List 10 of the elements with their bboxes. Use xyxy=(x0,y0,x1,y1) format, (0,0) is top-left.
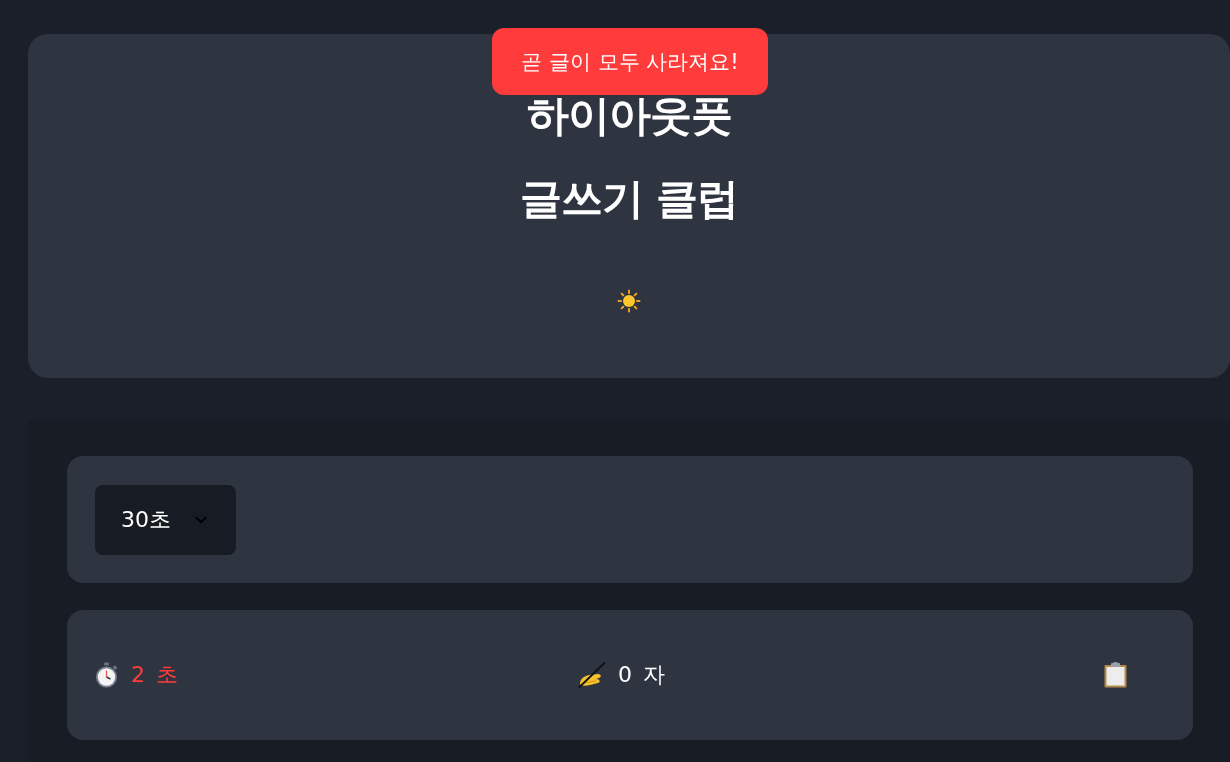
writing-hand-icon xyxy=(578,662,606,688)
sun-icon xyxy=(617,289,641,313)
timer-reading: 2 초 xyxy=(131,661,178,689)
theme-toggle-button[interactable] xyxy=(616,288,642,314)
stopwatch-icon xyxy=(94,662,119,688)
toast-notification: 곧 글이 모두 사라져요! xyxy=(492,28,768,95)
page-title: 글쓰기 클럽 xyxy=(519,173,739,225)
character-count: 0 자 xyxy=(618,661,665,689)
clipboard-icon xyxy=(1103,662,1127,688)
duration-select[interactable]: 30초 xyxy=(95,485,236,555)
